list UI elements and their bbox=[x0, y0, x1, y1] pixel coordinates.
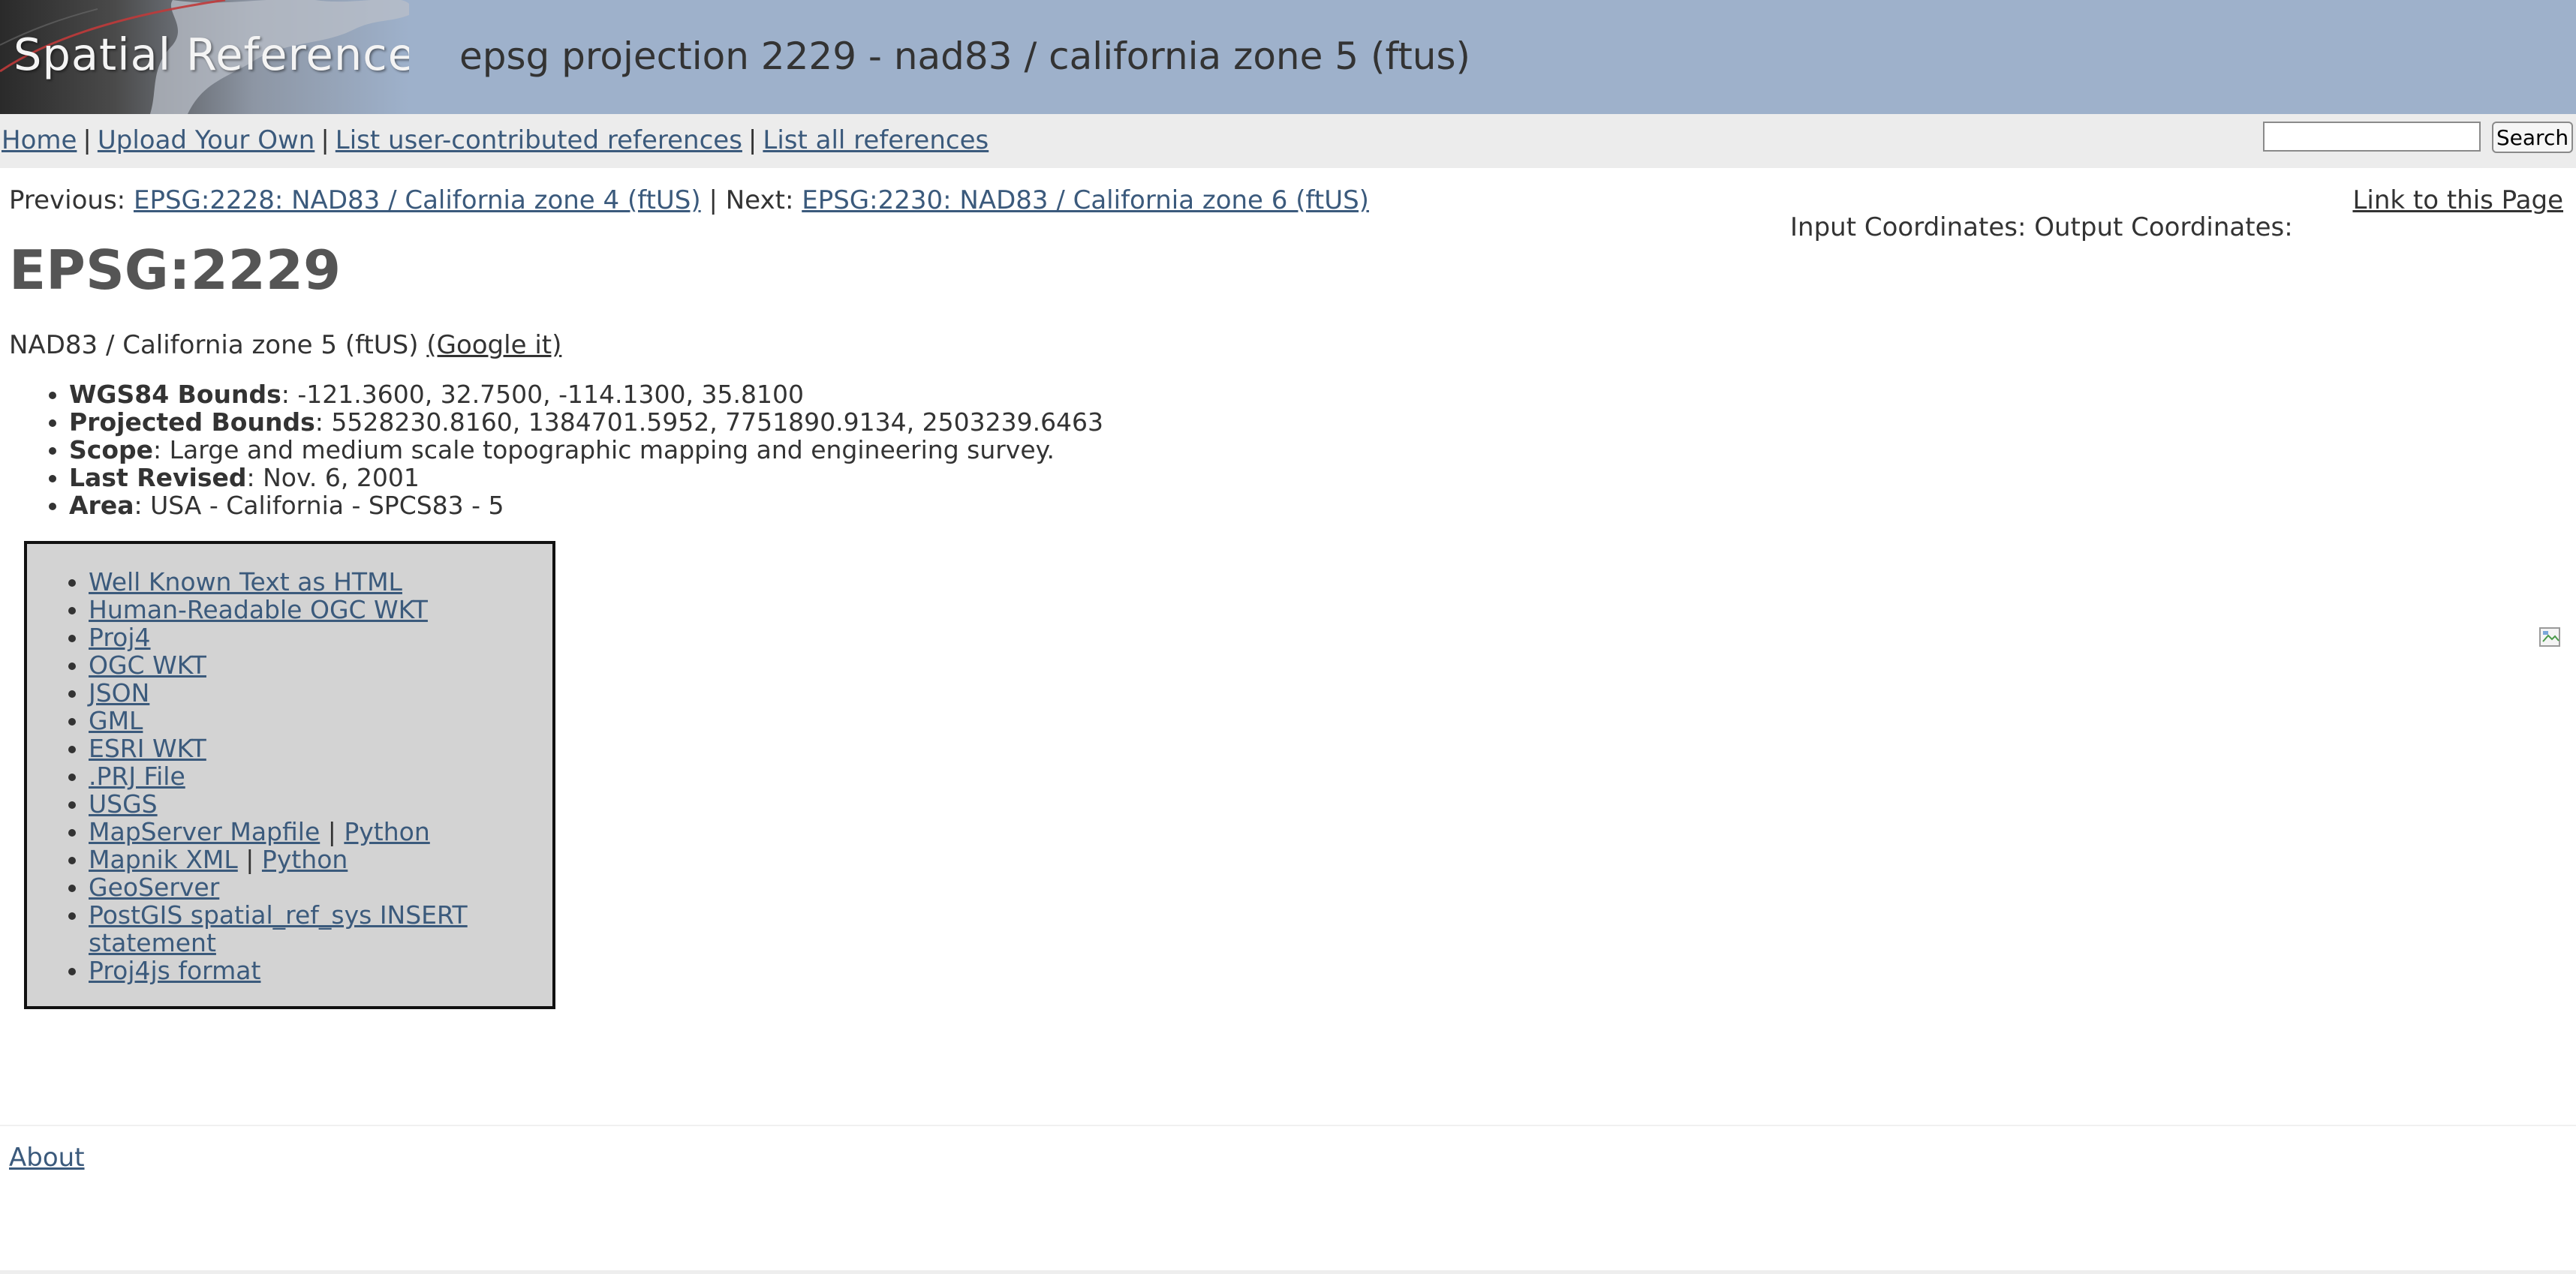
projection-name: NAD83 / California zone 5 (ftUS) (Google… bbox=[9, 330, 561, 360]
next-reference-link[interactable]: EPSG:2230: NAD83 / California zone 6 (ft… bbox=[802, 185, 1369, 215]
property-label: Area bbox=[69, 491, 134, 520]
list-item: JSON bbox=[89, 679, 509, 707]
list-item: GML bbox=[89, 707, 509, 735]
proj4js-format-link[interactable]: Proj4js format bbox=[89, 956, 260, 985]
list-item: Mapnik XML | Python bbox=[89, 846, 509, 873]
list-item: ESRI WKT bbox=[89, 735, 509, 762]
next-label: Next: bbox=[725, 185, 794, 215]
output-coordinates-label: Output Coordinates: bbox=[2034, 212, 2293, 242]
properties-list: WGS84 Bounds: -121.3600, 32.7500, -114.1… bbox=[9, 380, 1103, 519]
property-value: : -121.3600, 32.7500, -114.1300, 35.8100 bbox=[281, 380, 804, 409]
page-heading: epsg projection 2229 - nad83 / californi… bbox=[459, 35, 1471, 78]
input-coordinates-label: Input Coordinates: bbox=[1790, 212, 2027, 242]
list-item: Projected Bounds: 5528230.8160, 1384701.… bbox=[69, 408, 1103, 436]
list-item: Proj4js format bbox=[89, 957, 509, 984]
prev-next-nav: Previous: EPSG:2228: NAD83 / California … bbox=[9, 185, 1369, 215]
link-to-this-page[interactable]: Link to this Page bbox=[2352, 185, 2563, 215]
wkt-html-link[interactable]: Well Known Text as HTML bbox=[89, 567, 402, 596]
nav-links: Home | Upload Your Own | List user-contribut… bbox=[2, 125, 989, 155]
ogc-wkt-link[interactable]: OGC WKT bbox=[89, 651, 206, 680]
property-label: Projected Bounds bbox=[69, 407, 315, 437]
coordinates-widget: Input Coordinates: Output Coordinates: bbox=[1790, 212, 2293, 242]
property-label: Scope bbox=[69, 435, 154, 464]
google-it-link[interactable]: (Google it) bbox=[426, 330, 561, 360]
property-label: Last Revised bbox=[69, 463, 247, 492]
prev-reference-link[interactable]: EPSG:2228: NAD83 / California zone 4 (ft… bbox=[134, 185, 701, 215]
prev-next-separator: | bbox=[709, 185, 718, 215]
list-item: Last Revised: Nov. 6, 2001 bbox=[69, 464, 1103, 491]
nav-home-link[interactable]: Home bbox=[2, 125, 77, 155]
nav-user-references-link[interactable]: List user-contributed references bbox=[336, 125, 742, 155]
page-title: EPSG:2229 bbox=[9, 239, 342, 302]
json-link[interactable]: JSON bbox=[89, 678, 149, 708]
header-banner: Spatial Reference epsg projection 2229 -… bbox=[0, 0, 2576, 114]
postgis-insert-link[interactable]: PostGIS spatial_ref_sys INSERT statement bbox=[89, 900, 468, 957]
human-readable-wkt-link[interactable]: Human-Readable OGC WKT bbox=[89, 595, 428, 624]
list-item: Well Known Text as HTML bbox=[89, 568, 509, 596]
list-item: Human-Readable OGC WKT bbox=[89, 596, 509, 623]
mapnik-xml-link[interactable]: Mapnik XML bbox=[89, 845, 238, 874]
site-logo[interactable]: Spatial Reference bbox=[0, 0, 409, 114]
list-item: OGC WKT bbox=[89, 651, 509, 679]
nav-separator: | bbox=[83, 125, 92, 155]
property-value: : 5528230.8160, 1384701.5952, 7751890.91… bbox=[314, 407, 1104, 437]
mapserver-python-link[interactable]: Python bbox=[344, 817, 429, 846]
export-formats-list: Well Known Text as HTML Human-Readable O… bbox=[27, 568, 509, 984]
broken-image-icon bbox=[2539, 627, 2560, 647]
property-value: : Nov. 6, 2001 bbox=[246, 463, 420, 492]
nav-separator: | bbox=[748, 125, 757, 155]
property-value: : Large and medium scale topographic map… bbox=[153, 435, 1055, 464]
list-item: Scope: Large and medium scale topographi… bbox=[69, 436, 1103, 464]
property-label: WGS84 Bounds bbox=[69, 380, 281, 409]
list-item: GeoServer bbox=[89, 873, 509, 901]
search-input[interactable] bbox=[2263, 122, 2481, 152]
export-formats-box: Well Known Text as HTML Human-Readable O… bbox=[24, 541, 555, 1009]
about-link[interactable]: About bbox=[9, 1143, 85, 1173]
proj4-link[interactable]: Proj4 bbox=[89, 623, 151, 652]
list-item: WGS84 Bounds: -121.3600, 32.7500, -114.1… bbox=[69, 380, 1103, 408]
list-item: PostGIS spatial_ref_sys INSERT statement bbox=[89, 901, 509, 957]
logo-text: Spatial Reference bbox=[14, 29, 409, 80]
pipe-separator: | bbox=[327, 817, 336, 846]
footer-divider bbox=[0, 1125, 2576, 1126]
projection-name-text: NAD83 / California zone 5 (ftUS) bbox=[9, 330, 419, 360]
property-value: : USA - California - SPCS83 - 5 bbox=[134, 491, 504, 520]
nav-upload-link[interactable]: Upload Your Own bbox=[98, 125, 314, 155]
prj-file-link[interactable]: .PRJ File bbox=[89, 762, 185, 791]
list-item: MapServer Mapfile | Python bbox=[89, 818, 509, 846]
nav-separator: | bbox=[320, 125, 330, 155]
mapserver-mapfile-link[interactable]: MapServer Mapfile bbox=[89, 817, 320, 846]
prev-label: Previous: bbox=[9, 185, 126, 215]
search-button[interactable]: Search bbox=[2492, 122, 2573, 153]
mapnik-python-link[interactable]: Python bbox=[262, 845, 348, 874]
gml-link[interactable]: GML bbox=[89, 706, 143, 735]
nav-all-references-link[interactable]: List all references bbox=[763, 125, 989, 155]
page-bottom-divider bbox=[0, 1270, 2576, 1274]
esri-wkt-link[interactable]: ESRI WKT bbox=[89, 734, 206, 763]
geoserver-link[interactable]: GeoServer bbox=[89, 873, 219, 902]
usgs-link[interactable]: USGS bbox=[89, 789, 158, 819]
pipe-separator: | bbox=[245, 845, 254, 874]
list-item: USGS bbox=[89, 790, 509, 818]
list-item: .PRJ File bbox=[89, 762, 509, 790]
list-item: Area: USA - California - SPCS83 - 5 bbox=[69, 491, 1103, 519]
list-item: Proj4 bbox=[89, 623, 509, 651]
